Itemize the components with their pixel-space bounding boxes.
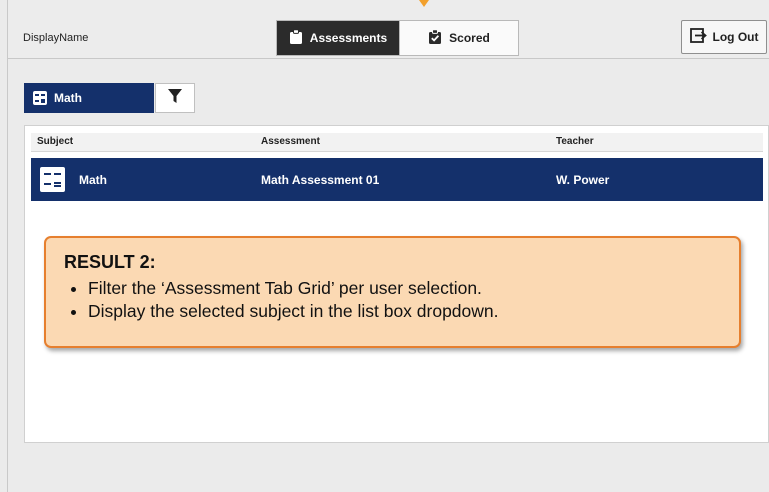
row-subject: Math (79, 173, 107, 187)
display-name: DisplayName (23, 32, 89, 44)
tab-scored[interactable]: Scored (399, 21, 518, 55)
column-header-teacher[interactable]: Teacher (556, 136, 594, 147)
row-teacher: W. Power (556, 173, 610, 187)
logout-label: Log Out (712, 30, 759, 44)
filter-button[interactable] (155, 83, 195, 113)
callout-bullet: Filter the ‘Assessment Tab Grid’ per use… (88, 277, 721, 300)
top-bar: DisplayName Assessments Scored Log Out (8, 0, 769, 59)
row-assessment: Math Assessment 01 (261, 173, 380, 187)
tab-scored-label: Scored (449, 31, 490, 45)
logout-button[interactable]: Log Out (681, 20, 767, 54)
tab-group: Assessments Scored (276, 20, 519, 56)
funnel-icon (167, 88, 183, 109)
math-symbols-icon (40, 167, 65, 192)
column-header-subject[interactable]: Subject (37, 136, 73, 147)
selected-subject-label: Math (54, 91, 82, 105)
math-symbols-icon (33, 91, 47, 105)
grid-header: Subject Assessment Teacher (31, 133, 763, 152)
result-callout: RESULT 2: Filter the ‘Assessment Tab Gri… (44, 236, 741, 348)
subject-dropdown[interactable]: Math (24, 83, 154, 113)
callout-bullet: Display the selected subject in the list… (88, 300, 721, 323)
clipboard-check-icon (428, 28, 442, 48)
logout-icon (689, 28, 707, 46)
pointer-arrow (419, 0, 429, 7)
callout-title: RESULT 2: (64, 252, 156, 272)
table-row[interactable]: Math Math Assessment 01 W. Power (31, 158, 763, 201)
callout-list: Filter the ‘Assessment Tab Grid’ per use… (64, 277, 721, 323)
tab-assessments-label: Assessments (309, 31, 388, 45)
tab-assessments[interactable]: Assessments (277, 21, 399, 55)
column-header-assessment[interactable]: Assessment (261, 136, 320, 147)
clipboard-icon (289, 28, 303, 48)
